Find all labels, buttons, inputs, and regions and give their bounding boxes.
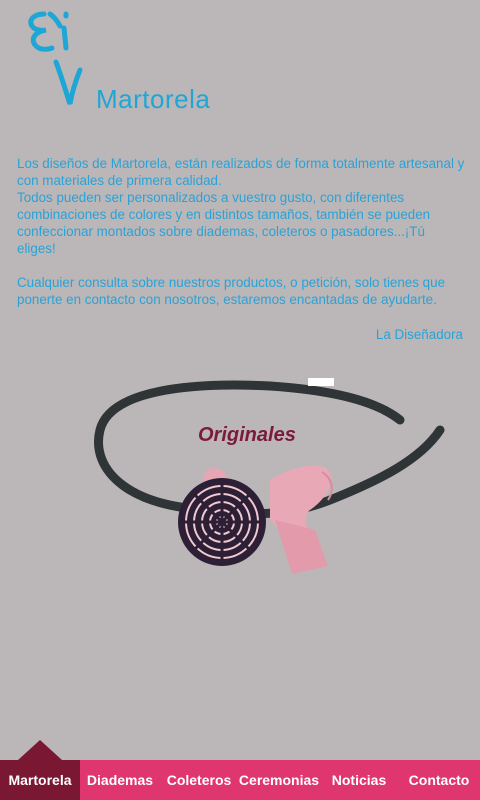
nav-item-coleteros[interactable]: Coleteros (160, 760, 238, 800)
intro-text: Los diseños de Martorela, están realizad… (17, 155, 467, 308)
product-title: Originales (198, 424, 296, 446)
product-image[interactable] (70, 360, 450, 620)
nav-item-contacto[interactable]: Contacto (398, 760, 480, 800)
signature: La Diseñadora (375, 327, 463, 342)
intro-paragraph-1: Los diseños de Martorela, están realizad… (17, 156, 465, 188)
intro-paragraph-3: Cualquier consulta sobre nuestros produc… (17, 275, 446, 307)
nav-item-martorela[interactable]: Martorela (0, 760, 80, 800)
nav-item-noticias[interactable]: Noticias (320, 760, 398, 800)
bottom-navigation: Martorela Diademas Coleteros Ceremonias … (0, 760, 480, 800)
brand-logo[interactable]: Martorela (16, 8, 210, 118)
intro-paragraph-2: Todos pueden ser personalizados a vuestr… (17, 190, 431, 256)
nav-item-ceremonias[interactable]: Ceremonias (238, 760, 320, 800)
headband-illustration (94, 378, 445, 574)
nav-item-diademas[interactable]: Diademas (80, 760, 160, 800)
active-tab-indicator (18, 740, 62, 760)
brand-name: Martorela (96, 84, 211, 114)
